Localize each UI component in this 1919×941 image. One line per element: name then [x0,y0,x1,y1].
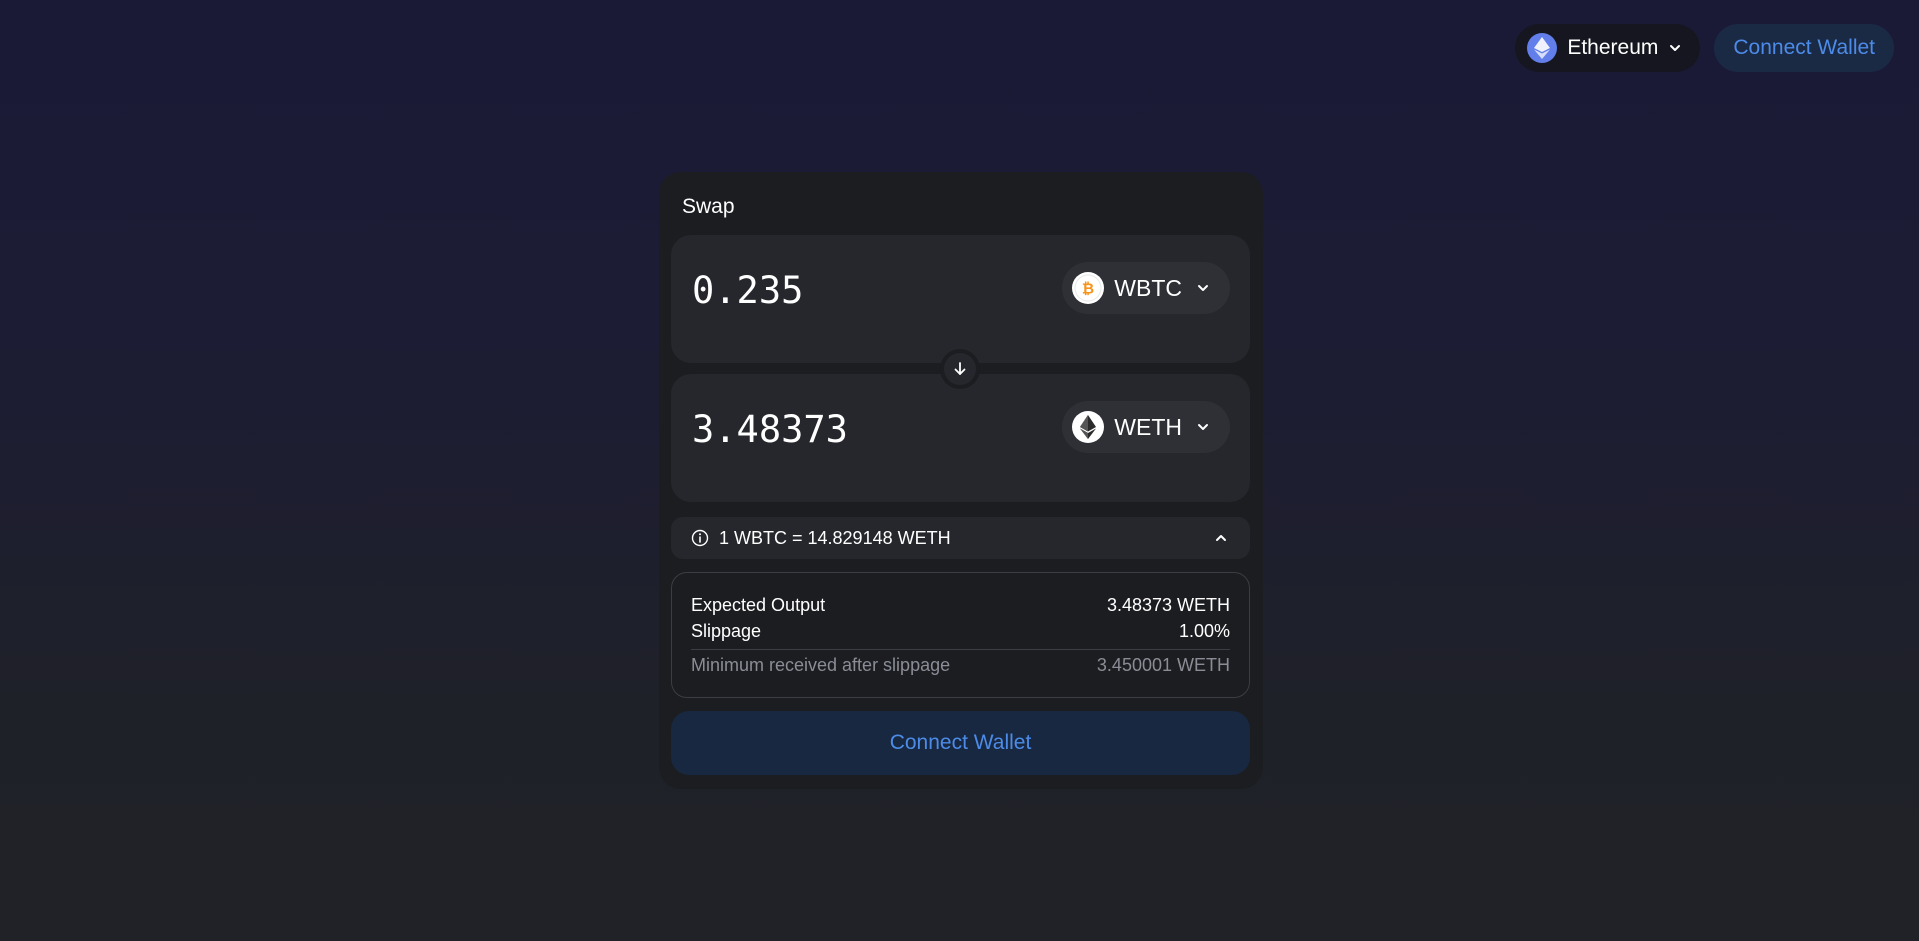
exchange-rate-text: 1 WBTC = 14.829148 WETH [719,527,951,548]
swap-details-panel: Expected Output 3.48373 WETH Slippage 1.… [671,572,1250,698]
expected-output-row: Expected Output 3.48373 WETH [691,595,1230,616]
bitcoin-icon: ₿ [1072,272,1105,304]
switch-tokens-button[interactable] [940,349,980,389]
divider [691,649,1230,650]
connect-wallet-top-button[interactable]: Connect Wallet [1714,24,1894,72]
swap-title: Swap [682,195,735,218]
swap-card: Swap 0.235 ₿ WBTC 3.48373 WETH 1 WBTC = … [659,172,1263,789]
expected-output-label: Expected Output [691,595,826,615]
arrow-down-icon [944,353,976,385]
expected-output-value: 3.48373 WETH [1106,595,1230,615]
exchange-rate-toggle[interactable]: 1 WBTC = 14.829148 WETH [671,517,1250,559]
chevron-down-icon [1198,424,1208,430]
from-amount-input[interactable]: 0.235 [692,269,803,312]
network-selector[interactable]: Ethereum [1515,24,1701,72]
ethereum-icon [1072,411,1105,443]
from-token-label: WBTC [1114,274,1182,301]
ethereum-icon [1527,33,1558,63]
slippage-row: Slippage 1.00% [691,621,1230,642]
to-amount-output[interactable]: 3.48373 [692,408,848,451]
network-label: Ethereum [1567,36,1659,59]
chevron-down-icon [1198,285,1208,291]
chevron-down-icon [1670,45,1681,51]
to-token-selector[interactable]: WETH [1062,401,1230,453]
svg-text:₿: ₿ [1082,280,1094,298]
slippage-label: Slippage [691,621,762,641]
min-received-row: Minimum received after slippage 3.450001… [691,655,1230,676]
min-received-value: 3.450001 WETH [1096,655,1230,675]
slippage-value: 1.00% [1178,621,1230,641]
chevron-up-icon [1216,535,1226,541]
top-bar: Ethereum Connect Wallet [1515,24,1894,72]
to-token-label: WETH [1114,413,1182,440]
connect-wallet-button[interactable]: Connect Wallet [671,711,1250,775]
from-token-selector[interactable]: ₿ WBTC [1062,262,1230,314]
from-token-panel: 0.235 ₿ WBTC [671,235,1250,363]
min-received-label: Minimum received after slippage [691,655,951,675]
info-icon [691,529,709,547]
to-token-panel: 3.48373 WETH [671,374,1250,502]
